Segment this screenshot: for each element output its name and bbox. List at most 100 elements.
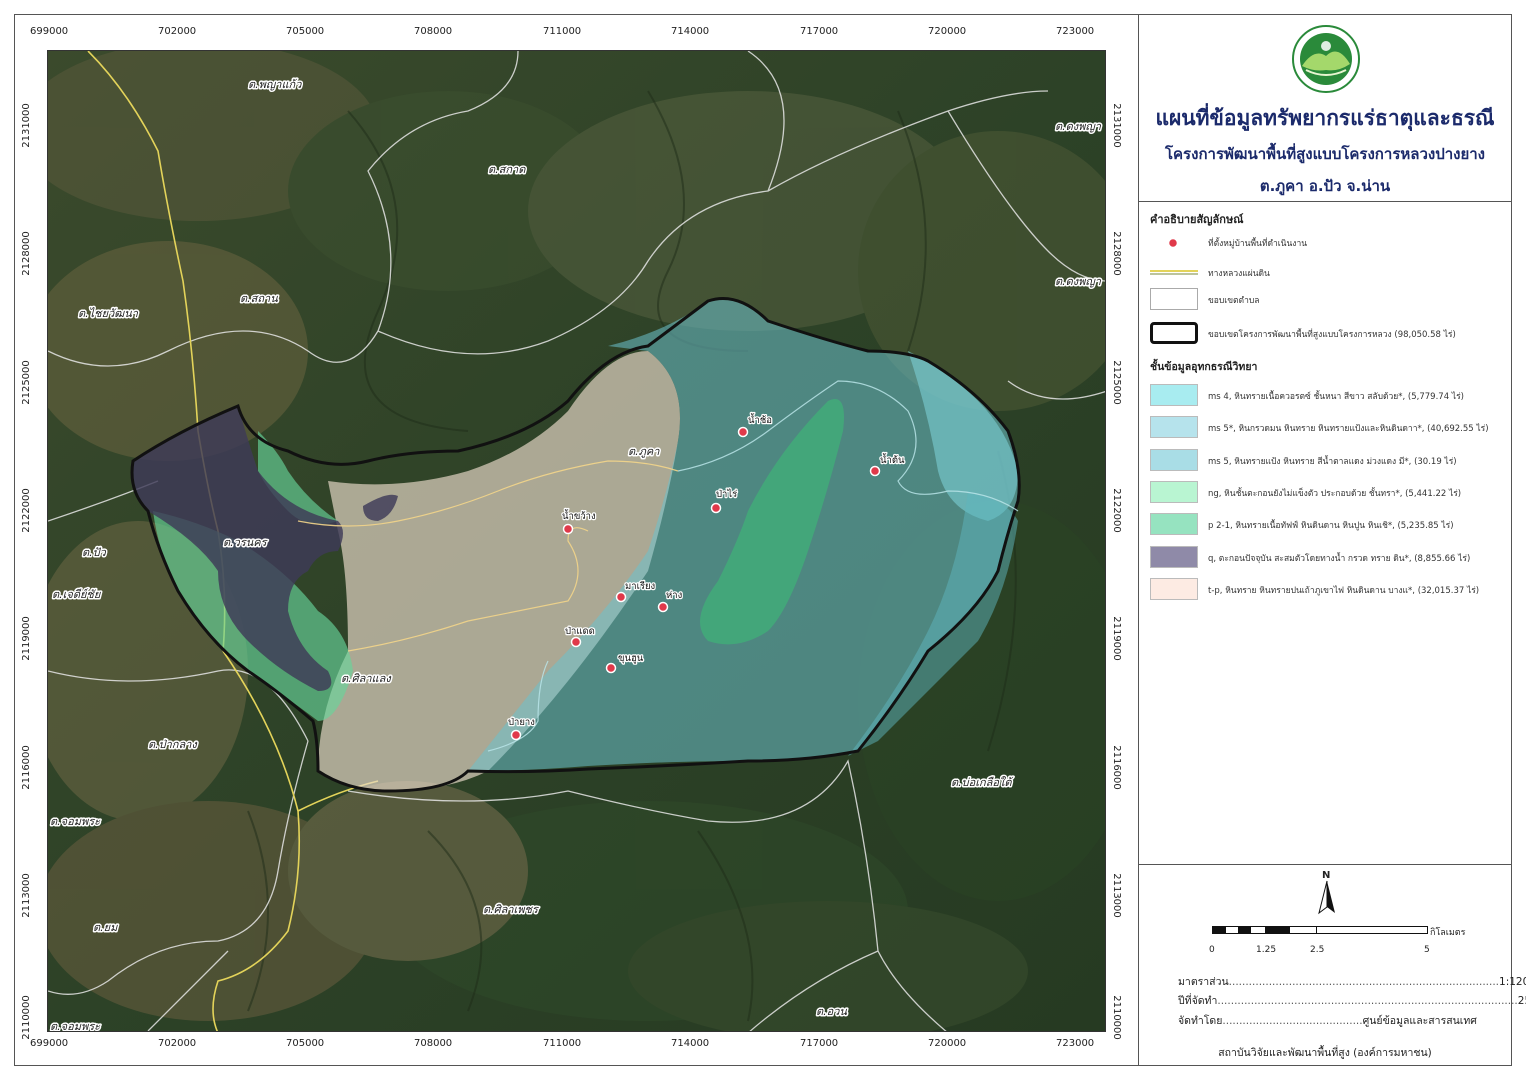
legend-item-village: ที่ตั้งหมู่บ้านพื้นที่ดำเนินงาน [1150, 234, 1500, 258]
geology-legend-item: p 2-1, หินทรายเนื้อทัฟฟ์ หินดินดาน หินปู… [1150, 513, 1500, 537]
y-tick-left: 2119000 [20, 616, 32, 661]
institute-name: สถาบันวิจัยและพัฒนาพื้นที่สูง (องค์การมห… [1218, 1047, 1432, 1059]
info-dots: ........................................… [1228, 976, 1500, 988]
x-tick-top: 708000 [414, 26, 453, 37]
y-tick-left: 2110000 [20, 995, 32, 1040]
y-tick-right: 2113000 [1110, 873, 1122, 918]
x-tick-top: 720000 [928, 26, 967, 37]
scale-tick-2: 2.5 [1310, 945, 1325, 955]
village-label-7: ขุนฮูน [618, 653, 644, 664]
subdistrict-boundary-swatch [1150, 288, 1198, 310]
x-tick-top: 699000 [30, 26, 69, 37]
x-tick-top: 705000 [286, 26, 325, 37]
y-tick-right: 2131000 [1110, 103, 1122, 148]
legend-label: ทางหลวงแผ่นดิน [1208, 269, 1270, 279]
village-label-4: มาเรียง [625, 580, 655, 592]
scale-unit: กิโลเมตร [1430, 928, 1466, 938]
x-tick-top: 723000 [1056, 26, 1095, 37]
info-by-label: จัดทำโดย [1178, 1015, 1223, 1027]
scale-seg [1251, 927, 1265, 933]
subdistrict-label-2: ต.ดงพญา [1055, 120, 1102, 133]
y-tick-left: 2131000 [20, 103, 32, 148]
legend-label: ms 4, หินทรายเนื้อควอรตซ์ ชั้นหนา สีขาว … [1208, 392, 1464, 402]
village-marker-parai [710, 502, 722, 514]
subdistrict-label-5: ต.ไชยวัฒนา [78, 307, 139, 320]
project-boundary-swatch [1150, 322, 1198, 344]
geology-legend-item: ms 5*, หินกรวดมน หินทราย หินทรายแป้งและห… [1150, 416, 1500, 440]
y-tick-right: 2125000 [1110, 360, 1122, 405]
info-by: จัดทำโดย................................… [1178, 1012, 1477, 1029]
title-separator [1138, 201, 1512, 202]
north-label: N [1322, 870, 1331, 881]
legend-item-highway: ทางหลวงแผ่นดิน [1150, 264, 1500, 288]
hrdi-logo [1292, 25, 1360, 93]
geology-swatch [1150, 546, 1198, 568]
village-label-6: ป่าแดด [565, 626, 595, 637]
geology-swatch [1150, 513, 1198, 535]
map-canvas[interactable]: ต.พญาแก้ว ต.สกาด ต.ดงพญา ต.ดงพญา ต.สถาน … [48, 51, 1106, 1032]
village-marker-namton [869, 465, 881, 477]
y-tick-right: 2116000 [1110, 745, 1122, 790]
side-panel-border [1138, 14, 1139, 1066]
legend-label: ขอบเขตโครงการพัฒนาพื้นที่สูงแบบโครงการหล… [1208, 330, 1456, 340]
legend-label: t-p, หินทราย หินทรายปนเถ้าภูเขาไฟ หินดิน… [1208, 586, 1480, 596]
village-marker-khunhoon [605, 662, 617, 674]
geology-legend-item: q, ตะกอนปัจจุบัน สะสมตัวโดยทางน้ำ กรวด ท… [1150, 546, 1500, 570]
legend-heading: คำอธิบายสัญลักษณ์ [1150, 213, 1244, 226]
village-marker-namkwang [562, 523, 574, 535]
geology-swatch [1150, 578, 1198, 600]
subdistrict-label-15: ต.ยม [93, 921, 118, 934]
info-scale: มาตราส่วน...............................… [1178, 973, 1526, 990]
legend-separator [1138, 864, 1512, 865]
scale-tick-0: 0 [1209, 945, 1215, 955]
geology-swatch [1150, 416, 1198, 438]
info-by-value: ศูนย์ข้อมูลและสารสนเทศ [1362, 1015, 1477, 1027]
x-tick-bottom: 717000 [800, 1038, 839, 1049]
legend-label: ขอบเขตตำบล [1208, 296, 1260, 306]
y-tick-left: 2125000 [20, 360, 32, 405]
village-marker-payang [510, 729, 522, 741]
x-tick-bottom: 723000 [1056, 1038, 1095, 1049]
legend-label: ms 5, หินทรายแป้ง หินทราย สีน้ำตาลแดง ม่… [1208, 457, 1457, 467]
geology-legend-item: ms 5, หินทรายแป้ง หินทราย สีน้ำตาลแดง ม่… [1150, 449, 1500, 473]
village-marker-namchor [737, 426, 749, 438]
y-tick-left: 2113000 [20, 873, 32, 918]
x-tick-bottom: 699000 [30, 1038, 69, 1049]
village-label-1: น้ำต้น [880, 453, 905, 466]
scale-tick-3: 5 [1424, 945, 1430, 955]
map-area-title: ต.ภูคา อ.ปัว จ.น่าน [1259, 177, 1391, 195]
subdistrict-label-6: ต.ปัว [82, 546, 107, 559]
map-title: แผนที่ข้อมูลทรัพยากรแร่ธาตุและธรณี [1155, 106, 1495, 130]
legend-label: ที่ตั้งหมู่บ้านพื้นที่ดำเนินงาน [1208, 239, 1308, 249]
x-tick-bottom: 705000 [286, 1038, 325, 1049]
subdistrict-label-13: ต.จอมพระ [50, 815, 101, 828]
subdistrict-label-10: ต.ศิลาแลง [341, 672, 392, 685]
scale-tick-1: 1.25 [1256, 945, 1277, 955]
x-tick-top: 702000 [158, 26, 197, 37]
y-tick-left: 2122000 [20, 488, 32, 533]
x-tick-bottom: 720000 [928, 1038, 967, 1049]
subdistrict-label-11: ต.ป่ากลาง [148, 738, 198, 751]
village-marker-icon [1167, 237, 1179, 249]
map-panel[interactable]: ต.พญาแก้ว ต.สกาด ต.ดงพญา ต.ดงพญา ต.สถาน … [47, 50, 1106, 1032]
x-tick-top: 711000 [543, 26, 582, 37]
info-scale-label: มาตราส่วน [1178, 976, 1229, 988]
village-marker-padaed [570, 636, 582, 648]
x-tick-bottom: 708000 [414, 1038, 453, 1049]
geology-swatch [1150, 449, 1198, 471]
x-tick-top: 717000 [800, 26, 839, 37]
subdistrict-label-17: ต.จอมพระ [50, 1020, 101, 1032]
scale-seg [1213, 927, 1226, 933]
highway-line-icon [1150, 270, 1198, 275]
y-tick-left: 2116000 [20, 745, 32, 790]
scale-seg [1290, 927, 1316, 933]
subdistrict-label-16: ต.อวน [816, 1005, 847, 1018]
y-tick-right: 2128000 [1110, 231, 1122, 276]
y-tick-right: 2110000 [1110, 995, 1122, 1040]
info-scale-value: 1:120,000 [1499, 976, 1526, 988]
geology-swatch [1150, 384, 1198, 406]
x-tick-bottom: 714000 [671, 1038, 710, 1049]
scale-seg [1315, 927, 1427, 933]
subdistrict-label-9: ต.ภูคา [628, 445, 660, 458]
legend-label: ms 5*, หินกรวดมน หินทราย หินทรายแป้งและห… [1208, 424, 1489, 434]
